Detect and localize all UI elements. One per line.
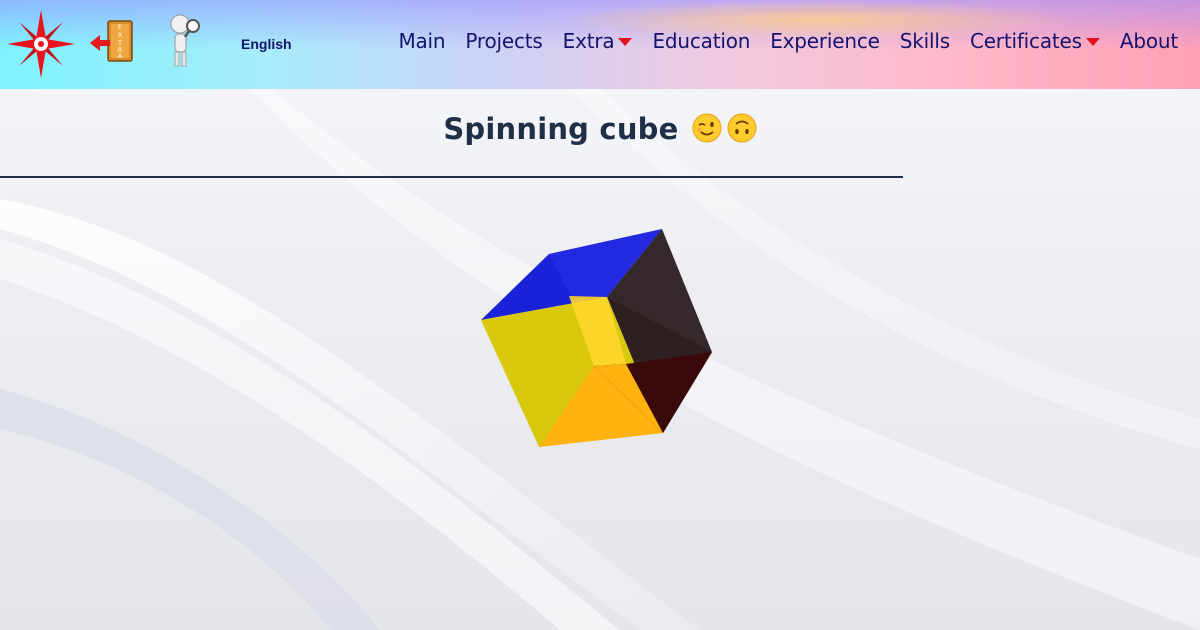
nav-label: Experience: [770, 29, 880, 53]
nav-label: Education: [652, 29, 751, 53]
dropdown-caret-icon: [1085, 38, 1100, 46]
nav-item-extra[interactable]: Extra: [563, 29, 633, 53]
nav-item-education[interactable]: Education: [652, 29, 750, 53]
winking-face-emoji: [692, 113, 722, 143]
page-title: Spinning cube: [443, 112, 679, 146]
dropdown-caret-icon: [618, 38, 633, 46]
compass-rose-icon[interactable]: [7, 10, 75, 78]
extra-exit-door-icon[interactable]: E X T R A: [88, 17, 136, 65]
main-nav: Main Projects Extra Education Experience…: [398, 29, 1178, 53]
top-navigation-bar: E X T R A English Main Projects Extra Ed…: [0, 0, 1200, 89]
nav-label: About: [1119, 29, 1178, 53]
title-emojis: [692, 113, 757, 147]
svg-text:X: X: [118, 32, 122, 39]
nav-item-certificates[interactable]: Certificates: [970, 29, 1100, 53]
page-title-row: Spinning cube: [0, 112, 1200, 147]
nav-item-main[interactable]: Main: [398, 29, 445, 53]
nav-label: Certificates: [969, 29, 1082, 53]
spinning-cube: [481, 229, 712, 447]
nav-label: Extra: [562, 29, 615, 53]
svg-text:E: E: [118, 24, 122, 31]
magnifier-figure-icon[interactable]: [165, 12, 203, 70]
nav-label: Skills: [899, 29, 950, 53]
nav-item-experience[interactable]: Experience: [770, 29, 880, 53]
nav-item-skills[interactable]: Skills: [900, 29, 950, 53]
language-switcher[interactable]: English: [241, 36, 292, 52]
nav-label: Main: [398, 29, 446, 53]
nav-item-projects[interactable]: Projects: [465, 29, 542, 53]
nav-item-about[interactable]: About: [1120, 29, 1178, 53]
nav-label: Projects: [465, 29, 543, 53]
svg-text:T: T: [117, 40, 122, 47]
title-divider: [0, 176, 903, 178]
upside-down-face-emoji: [727, 113, 757, 143]
